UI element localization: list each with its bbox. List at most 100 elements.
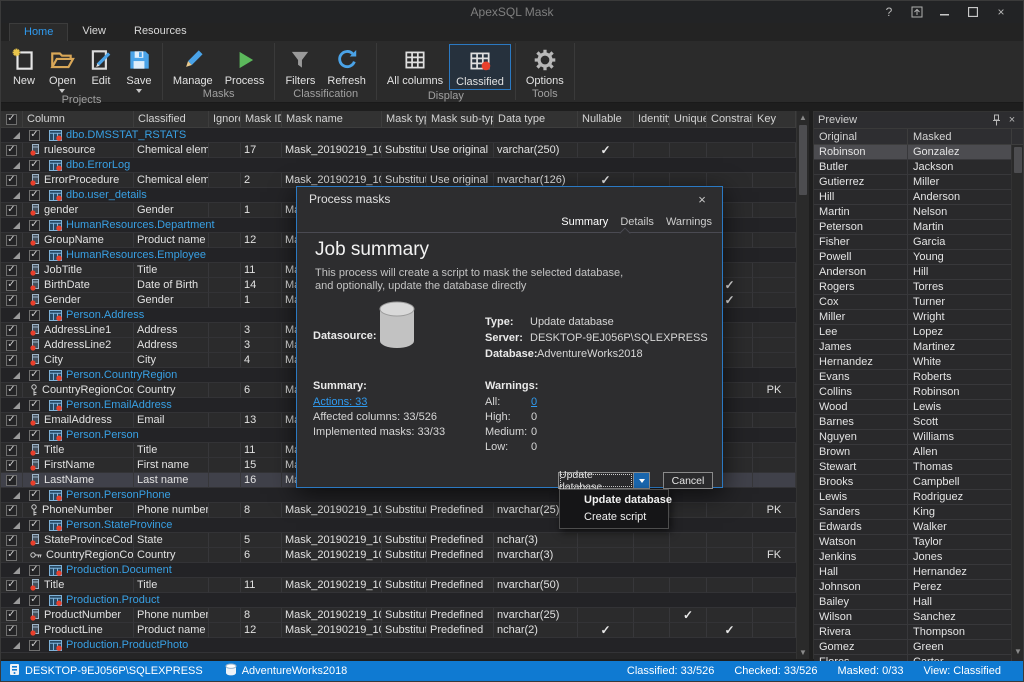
row-checkbox[interactable]: ✓ <box>29 130 40 141</box>
dialog-tab-warnings[interactable]: Warnings <box>666 216 712 228</box>
preview-row[interactable]: BrooksCampbell <box>814 475 1024 490</box>
row-checkbox[interactable]: ✓ <box>6 205 17 216</box>
grid-header-mask-sub-type[interactable]: Mask sub-type <box>427 111 494 128</box>
row-checkbox[interactable]: ✓ <box>6 445 17 456</box>
preview-row[interactable]: NguyenWilliams <box>814 430 1024 445</box>
minimize-button[interactable] <box>931 1 959 23</box>
preview-row[interactable]: WilsonSanchez <box>814 610 1024 625</box>
grid-header-identity[interactable]: Identity <box>634 111 670 128</box>
grid-group-row[interactable]: ✓Production.Product <box>1 593 796 608</box>
all-columns-button[interactable]: All columns <box>381 44 449 88</box>
grid-group-row[interactable]: ✓Production.Document <box>1 563 796 578</box>
scroll-up-icon[interactable]: ▲ <box>797 111 809 124</box>
row-checkbox[interactable]: ✓ <box>6 550 17 561</box>
row-checkbox[interactable]: ✓ <box>29 490 40 501</box>
update-database-button[interactable]: Update database <box>558 472 634 489</box>
expand-triangle-icon[interactable] <box>13 642 20 649</box>
preview-row[interactable]: ButlerJackson <box>814 160 1024 175</box>
preview-row[interactable]: EdwardsWalker <box>814 520 1024 535</box>
preview-row[interactable]: PetersonMartin <box>814 220 1024 235</box>
options-button[interactable]: Options <box>520 44 570 88</box>
close-button[interactable]: × <box>987 1 1015 23</box>
grid-row[interactable]: ✓CountryRegionCodeCountry6Mask_20190219_… <box>1 548 796 563</box>
pin-window-icon[interactable] <box>903 1 931 23</box>
scrollbar-thumb[interactable] <box>799 125 807 195</box>
dialog-tab-summary[interactable]: Summary <box>561 216 608 228</box>
grid-row[interactable]: ✓StateProvinceCodeState5Mask_20190219_10… <box>1 533 796 548</box>
grid-group-row[interactable]: ✓Person.PersonPhone <box>1 488 796 503</box>
preview-row[interactable]: HernandezWhite <box>814 355 1024 370</box>
expand-triangle-icon[interactable] <box>13 432 20 439</box>
grid-group-row[interactable]: ✓dbo.DMSSTAT_RSTATS <box>1 128 796 143</box>
row-checkbox[interactable]: ✓ <box>6 355 17 366</box>
expand-triangle-icon[interactable] <box>13 312 20 319</box>
preview-row[interactable]: RiveraThompson <box>814 625 1024 640</box>
preview-row[interactable]: HallHernandez <box>814 565 1024 580</box>
preview-row[interactable]: WoodLewis <box>814 400 1024 415</box>
preview-row[interactable]: CoxTurner <box>814 295 1024 310</box>
maximize-button[interactable] <box>959 1 987 23</box>
grid-header-nullable[interactable]: Nullable <box>578 111 634 128</box>
row-checkbox[interactable]: ✓ <box>6 325 17 336</box>
expand-triangle-icon[interactable] <box>13 402 20 409</box>
row-checkbox[interactable]: ✓ <box>29 160 40 171</box>
help-icon[interactable]: ? <box>875 1 903 23</box>
grid-header-classified[interactable]: Classified <box>134 111 209 128</box>
manage-button[interactable]: Manage <box>167 44 219 88</box>
menu-item-update-database[interactable]: Update database <box>560 492 668 509</box>
row-checkbox[interactable]: ✓ <box>29 250 40 261</box>
preview-scrollbar[interactable]: ▼ <box>1011 145 1024 658</box>
row-checkbox[interactable]: ✓ <box>6 280 17 291</box>
open-button[interactable]: Open <box>43 44 82 94</box>
grid-header-data-type[interactable]: Data type <box>494 111 578 128</box>
preview-row[interactable]: JohnsonPerez <box>814 580 1024 595</box>
open-dropdown-arrow-icon[interactable] <box>59 89 65 93</box>
grid-group-row[interactable]: ✓Production.ProductPhoto <box>1 638 796 653</box>
scrollbar-thumb[interactable] <box>1014 147 1022 173</box>
preview-col-original[interactable]: Original <box>814 129 908 145</box>
tab-home[interactable]: Home <box>9 23 68 41</box>
row-checkbox[interactable]: ✓ <box>6 114 17 125</box>
preview-close-icon[interactable]: × <box>1004 114 1020 126</box>
preview-row[interactable]: PowellYoung <box>814 250 1024 265</box>
scroll-down-icon[interactable]: ▼ <box>1012 645 1024 658</box>
row-checkbox[interactable]: ✓ <box>29 310 40 321</box>
preview-row[interactable]: MartinNelson <box>814 205 1024 220</box>
row-checkbox[interactable]: ✓ <box>6 580 17 591</box>
row-checkbox[interactable]: ✓ <box>29 190 40 201</box>
row-checkbox[interactable]: ✓ <box>6 505 17 516</box>
row-checkbox[interactable]: ✓ <box>29 640 40 651</box>
preview-row[interactable]: AndersonHill <box>814 265 1024 280</box>
preview-row[interactable]: HillAnderson <box>814 190 1024 205</box>
preview-row[interactable]: GutierrezMiller <box>814 175 1024 190</box>
row-checkbox[interactable]: ✓ <box>6 235 17 246</box>
preview-row[interactable]: LewisRodriguez <box>814 490 1024 505</box>
row-checkbox[interactable]: ✓ <box>6 295 17 306</box>
grid-header-mask-name[interactable]: Mask name <box>282 111 382 128</box>
grid-row[interactable]: ✓rulesourceChemical elements17Mask_20190… <box>1 143 796 158</box>
preview-row[interactable]: StewartThomas <box>814 460 1024 475</box>
preview-row[interactable]: JamesMartinez <box>814 340 1024 355</box>
row-checkbox[interactable]: ✓ <box>6 460 17 471</box>
preview-row[interactable]: RogersTorres <box>814 280 1024 295</box>
scroll-down-icon[interactable]: ▼ <box>797 646 809 659</box>
grid-row[interactable]: ✓ProductNumberPhone number8Mask_20190219… <box>1 608 796 623</box>
tab-view[interactable]: View <box>68 23 120 41</box>
expand-triangle-icon[interactable] <box>13 522 20 529</box>
preview-col-masked[interactable]: Masked <box>908 129 1012 145</box>
row-checkbox[interactable]: ✓ <box>6 625 17 636</box>
grid-row[interactable]: ✓PhoneNumberPhone number8Mask_20190219_1… <box>1 503 796 518</box>
edit-button[interactable]: Edit <box>82 44 120 88</box>
preview-row[interactable]: BaileyHall <box>814 595 1024 610</box>
preview-row[interactable]: BarnesScott <box>814 415 1024 430</box>
expand-triangle-icon[interactable] <box>13 162 20 169</box>
grid-header-unique[interactable]: Unique <box>670 111 707 128</box>
row-checkbox[interactable]: ✓ <box>6 175 17 186</box>
save-button[interactable]: Save <box>120 44 158 94</box>
expand-triangle-icon[interactable] <box>13 252 20 259</box>
grid-row[interactable]: ✓ProductLineProduct name12Mask_20190219_… <box>1 623 796 638</box>
row-checkbox[interactable]: ✓ <box>6 385 17 396</box>
expand-triangle-icon[interactable] <box>13 492 20 499</box>
tab-resources[interactable]: Resources <box>120 23 201 41</box>
expand-triangle-icon[interactable] <box>13 372 20 379</box>
